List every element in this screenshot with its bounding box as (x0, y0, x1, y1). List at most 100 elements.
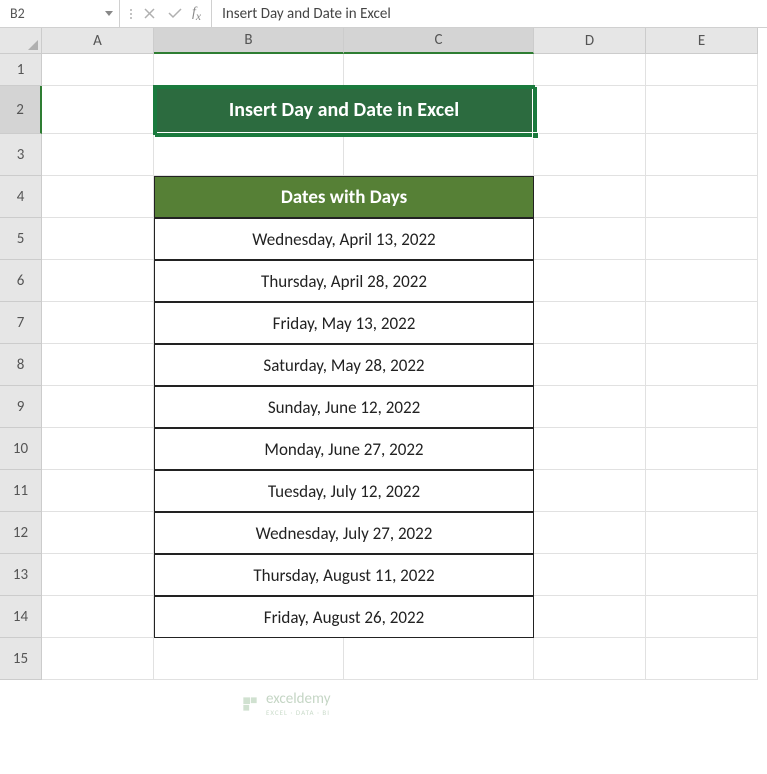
cell[interactable] (646, 302, 758, 344)
table-row[interactable]: Monday, June 27, 2022 (154, 428, 534, 470)
cell[interactable] (646, 428, 758, 470)
cell[interactable] (154, 638, 344, 680)
table-row[interactable]: Tuesday, July 12, 2022 (154, 470, 534, 512)
row-header-5[interactable]: 5 (0, 218, 42, 260)
cell[interactable] (646, 176, 758, 218)
chevron-down-icon[interactable] (105, 11, 113, 16)
row-header-3[interactable]: 3 (0, 134, 42, 176)
cell[interactable] (534, 554, 646, 596)
column-header-b[interactable]: B (154, 28, 344, 54)
row-header-9[interactable]: 9 (0, 386, 42, 428)
cell[interactable] (646, 260, 758, 302)
formula-bar: B2 fx Insert Day and Date in Excel (0, 0, 767, 28)
cells-area[interactable]: Insert Day and Date in Excel Dates with D… (42, 54, 758, 680)
cell[interactable] (534, 134, 646, 176)
cell[interactable] (344, 54, 534, 86)
row-headers: 123456789101112131415 (0, 54, 42, 680)
cell[interactable] (534, 386, 646, 428)
row-header-10[interactable]: 10 (0, 428, 42, 470)
cancel-icon[interactable] (136, 0, 162, 27)
row-header-7[interactable]: 7 (0, 302, 42, 344)
column-header-d[interactable]: D (534, 28, 646, 54)
cell[interactable] (154, 134, 344, 176)
formula-input[interactable]: Insert Day and Date in Excel (212, 0, 767, 27)
cell[interactable] (42, 470, 154, 512)
cell[interactable] (534, 512, 646, 554)
watermark: exceldemy EXCEL · DATA · BI (240, 690, 330, 717)
table-row[interactable]: Sunday, June 12, 2022 (154, 386, 534, 428)
table-row[interactable]: Wednesday, April 13, 2022 (154, 218, 534, 260)
row-header-6[interactable]: 6 (0, 260, 42, 302)
cell[interactable] (534, 638, 646, 680)
table-row[interactable]: Thursday, April 28, 2022 (154, 260, 534, 302)
cell[interactable] (646, 86, 758, 134)
cell[interactable] (42, 386, 154, 428)
cell[interactable] (646, 554, 758, 596)
cell[interactable] (534, 344, 646, 386)
cell[interactable] (646, 470, 758, 512)
cell[interactable] (42, 554, 154, 596)
cell[interactable] (646, 344, 758, 386)
table-row[interactable]: Wednesday, July 27, 2022 (154, 512, 534, 554)
cell[interactable] (42, 596, 154, 638)
cell[interactable] (42, 54, 154, 86)
row-header-11[interactable]: 11 (0, 470, 42, 512)
row-header-15[interactable]: 15 (0, 638, 42, 680)
row-header-8[interactable]: 8 (0, 344, 42, 386)
fx-icon[interactable]: fx (188, 5, 205, 23)
cell[interactable] (42, 260, 154, 302)
row-header-13[interactable]: 13 (0, 554, 42, 596)
cell[interactable] (646, 596, 758, 638)
column-headers: ABCDE (42, 28, 758, 54)
row-header-1[interactable]: 1 (0, 54, 42, 86)
row-header-2[interactable]: 2 (0, 86, 42, 134)
cell[interactable] (344, 638, 534, 680)
column-header-c[interactable]: C (344, 28, 534, 54)
cell[interactable] (534, 596, 646, 638)
cell[interactable] (42, 638, 154, 680)
cell[interactable] (534, 176, 646, 218)
watermark-tagline: EXCEL · DATA · BI (266, 708, 330, 717)
watermark-brand: exceldemy (266, 690, 330, 708)
cell[interactable] (534, 54, 646, 86)
cell[interactable] (42, 302, 154, 344)
cell[interactable] (534, 470, 646, 512)
formula-bar-controls: fx (120, 0, 212, 27)
cell[interactable] (42, 428, 154, 470)
cell[interactable] (534, 260, 646, 302)
table-row[interactable]: Thursday, August 11, 2022 (154, 554, 534, 596)
row-header-14[interactable]: 14 (0, 596, 42, 638)
cell[interactable] (646, 386, 758, 428)
select-all-corner[interactable] (0, 28, 42, 54)
cell[interactable] (154, 54, 344, 86)
column-header-e[interactable]: E (646, 28, 758, 54)
cell[interactable] (534, 86, 646, 134)
cell[interactable] (646, 512, 758, 554)
table-row[interactable]: Friday, August 26, 2022 (154, 596, 534, 638)
cell[interactable] (42, 176, 154, 218)
cell[interactable] (534, 218, 646, 260)
cell[interactable] (42, 134, 154, 176)
cell[interactable] (42, 344, 154, 386)
name-box[interactable]: B2 (0, 0, 120, 27)
cell[interactable] (42, 512, 154, 554)
row-header-12[interactable]: 12 (0, 512, 42, 554)
cell[interactable] (42, 218, 154, 260)
cell[interactable] (646, 54, 758, 86)
table-row[interactable]: Friday, May 13, 2022 (154, 302, 534, 344)
cell[interactable] (42, 86, 154, 134)
column-header-a[interactable]: A (42, 28, 154, 54)
cell[interactable] (344, 134, 534, 176)
title-cell[interactable]: Insert Day and Date in Excel (154, 86, 534, 134)
table-header-cell[interactable]: Dates with Days (154, 176, 534, 218)
watermark-logo-icon (240, 694, 260, 714)
drag-handle-icon[interactable] (126, 9, 136, 19)
confirm-icon[interactable] (162, 0, 188, 27)
cell[interactable] (646, 638, 758, 680)
cell[interactable] (646, 218, 758, 260)
cell[interactable] (646, 134, 758, 176)
row-header-4[interactable]: 4 (0, 176, 42, 218)
cell[interactable] (534, 428, 646, 470)
table-row[interactable]: Saturday, May 28, 2022 (154, 344, 534, 386)
cell[interactable] (534, 302, 646, 344)
